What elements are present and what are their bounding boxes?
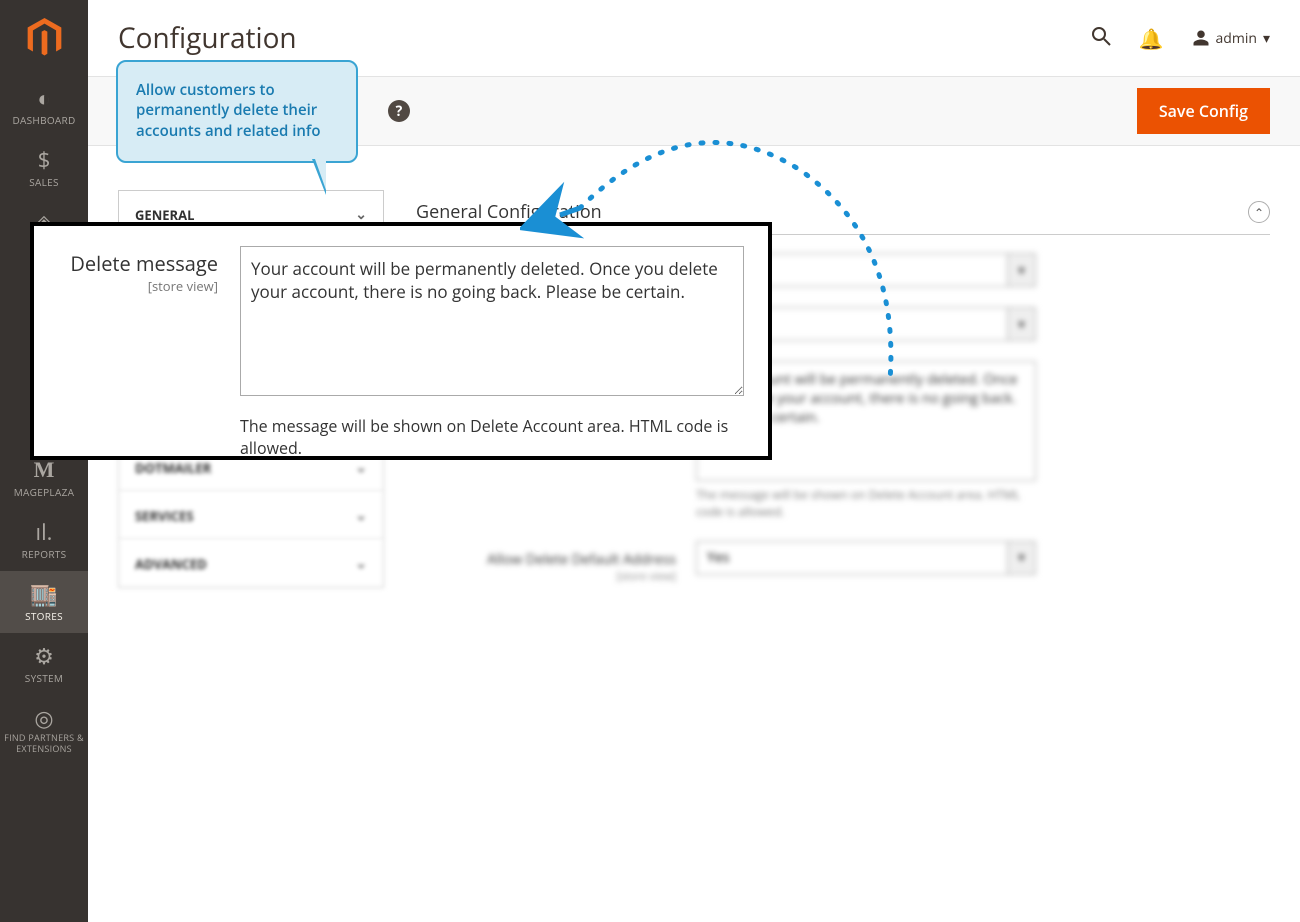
nav-system[interactable]: ⚙SYSTEM [0,633,88,695]
admin-sidebar: ◐DASHBOARD $SALES ◈CA 👤CUS 📣MA ▤CO MMAGE… [0,0,88,922]
scope-label: [store view] [416,569,676,584]
search-icon[interactable] [1091,25,1111,52]
gear-icon: ⚙ [4,645,84,667]
m-icon: M [4,459,84,481]
tree-head-advanced[interactable]: ADVANCED ⌄ [119,540,383,587]
nav-dashboard[interactable]: ◐DASHBOARD [0,75,88,137]
panel-title: General Configuration [416,200,602,224]
top-tools: 🔔 admin ▾ [1091,25,1270,52]
caret-down-icon: ▾ [1263,29,1270,48]
callout-text: Allow customers to permanently delete th… [136,80,321,141]
admin-account-dropdown[interactable]: admin ▾ [1192,29,1270,48]
callout-tail [312,159,326,195]
help-icon[interactable]: ? [388,100,410,122]
caret-down-icon: ▾ [1007,308,1035,340]
form-row-delete-address: Allow Delete Default Address [store view… [416,541,1270,584]
chevron-down-icon: ⌄ [355,554,367,573]
nav-reports[interactable]: ıl.REPORTS [0,509,88,571]
nav-stores[interactable]: 🏬STORES [0,571,88,633]
puzzle-icon: ◎ [4,707,84,729]
popup-field-label: Delete message [58,250,218,277]
tree-section-advanced: ADVANCED ⌄ [118,540,384,588]
tree-head-services[interactable]: SERVICES ⌄ [119,492,383,539]
dollar-icon: $ [4,149,84,171]
collapse-icon[interactable]: ⌃ [1248,201,1270,223]
annotation-callout: Allow customers to permanently delete th… [116,60,358,163]
save-config-button[interactable]: Save Config [1137,88,1270,134]
magento-logo[interactable] [0,0,88,75]
chevron-down-icon: ⌄ [355,458,367,477]
delete-address-select[interactable]: Yes ▾ [696,541,1036,575]
popup-scope: [store view] [58,277,218,295]
caret-down-icon: ▾ [1007,254,1035,286]
popup-help-text: The message will be shown on Delete Acco… [240,415,744,460]
tree-section-services: SERVICES ⌄ [118,492,384,540]
bars-icon: ıl. [4,521,84,543]
delete-message-textarea[interactable] [240,246,744,396]
delete-message-popup: Delete message [store view] The message … [30,222,772,460]
admin-username: admin [1216,29,1257,48]
chevron-down-icon: ⌄ [355,506,367,525]
nav-sales[interactable]: $SALES [0,137,88,199]
gauge-icon: ◐ [4,87,84,109]
delete-message-help-bg: The message will be shown on Delete Acco… [696,487,1036,521]
page-title: Configuration [118,19,1091,57]
delete-address-label: Allow Delete Default Address [487,550,676,569]
bell-icon[interactable]: 🔔 [1139,25,1164,52]
store-icon: 🏬 [4,583,84,605]
nav-partners[interactable]: ◎FIND PARTNERS & EXTENSIONS [0,695,88,765]
caret-down-icon: ▾ [1007,542,1035,574]
